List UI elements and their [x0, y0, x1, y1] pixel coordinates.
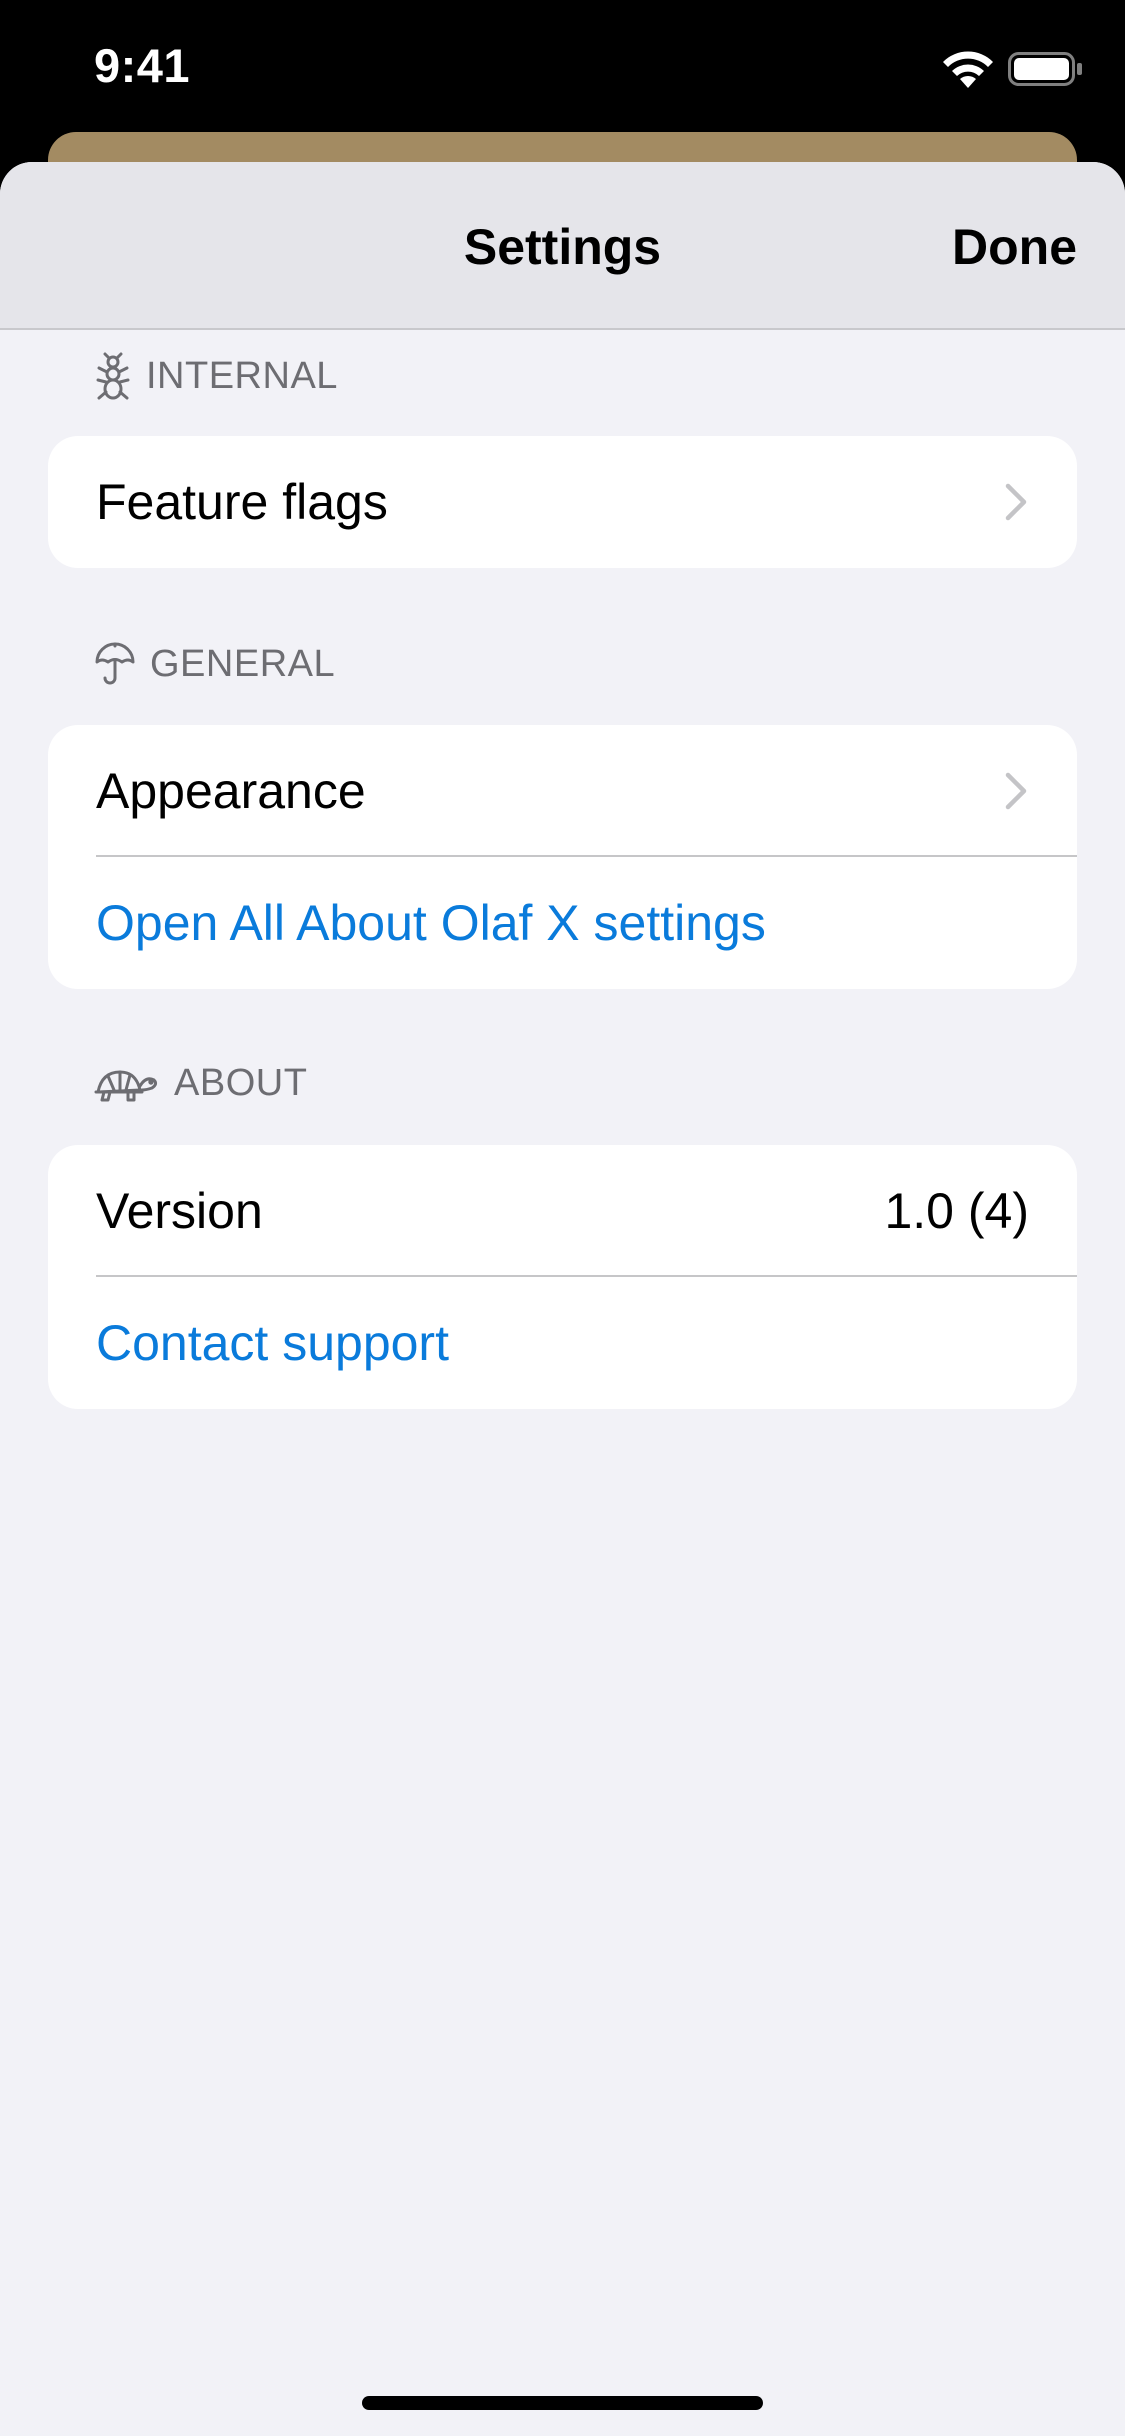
status-bar: 9:41 [0, 0, 1125, 135]
appearance-row[interactable]: Appearance [48, 725, 1077, 857]
section-header-about: ABOUT [94, 1062, 307, 1105]
section-header-internal: INTERNAL [94, 352, 338, 400]
version-value: 1.0 (4) [884, 1183, 1029, 1239]
about-group: Version 1.0 (4) Contact support [48, 1145, 1077, 1409]
general-group: Appearance Open All About Olaf X setting… [48, 725, 1077, 989]
done-button[interactable]: Done [952, 218, 1077, 276]
contact-support-row[interactable]: Contact support [48, 1277, 1077, 1409]
battery-icon [1008, 52, 1082, 86]
internal-group: Feature flags [48, 436, 1077, 568]
version-label: Version [96, 1183, 263, 1239]
umbrella-icon [95, 642, 135, 685]
settings-sheet: Settings Done INTERNAL Feature flags GEN… [0, 162, 1125, 2436]
status-time: 9:41 [94, 39, 191, 92]
section-header-general: GENERAL [94, 642, 335, 686]
open-settings-link[interactable]: Open All About Olaf X settings [96, 894, 1029, 952]
wifi-icon [943, 51, 993, 88]
contact-support-link[interactable]: Contact support [96, 1314, 1029, 1372]
feature-flags-label: Feature flags [96, 474, 388, 530]
screen: 9:41 Settings Done INTERNAL Feature flag… [0, 0, 1125, 2436]
navigation-bar: Settings Done [0, 162, 1125, 330]
section-header-label: GENERAL [150, 642, 336, 685]
appearance-label: Appearance [96, 763, 366, 819]
ant-icon [96, 352, 130, 400]
version-row: Version 1.0 (4) [48, 1145, 1077, 1277]
section-header-label: INTERNAL [146, 354, 338, 397]
chevron-right-icon [1005, 772, 1027, 810]
chevron-right-icon [1005, 483, 1027, 521]
turtle-icon [94, 1070, 158, 1101]
home-indicator[interactable] [362, 2396, 763, 2410]
section-header-label: ABOUT [174, 1062, 308, 1104]
feature-flags-row[interactable]: Feature flags [48, 436, 1077, 568]
open-settings-row[interactable]: Open All About Olaf X settings [48, 857, 1077, 989]
